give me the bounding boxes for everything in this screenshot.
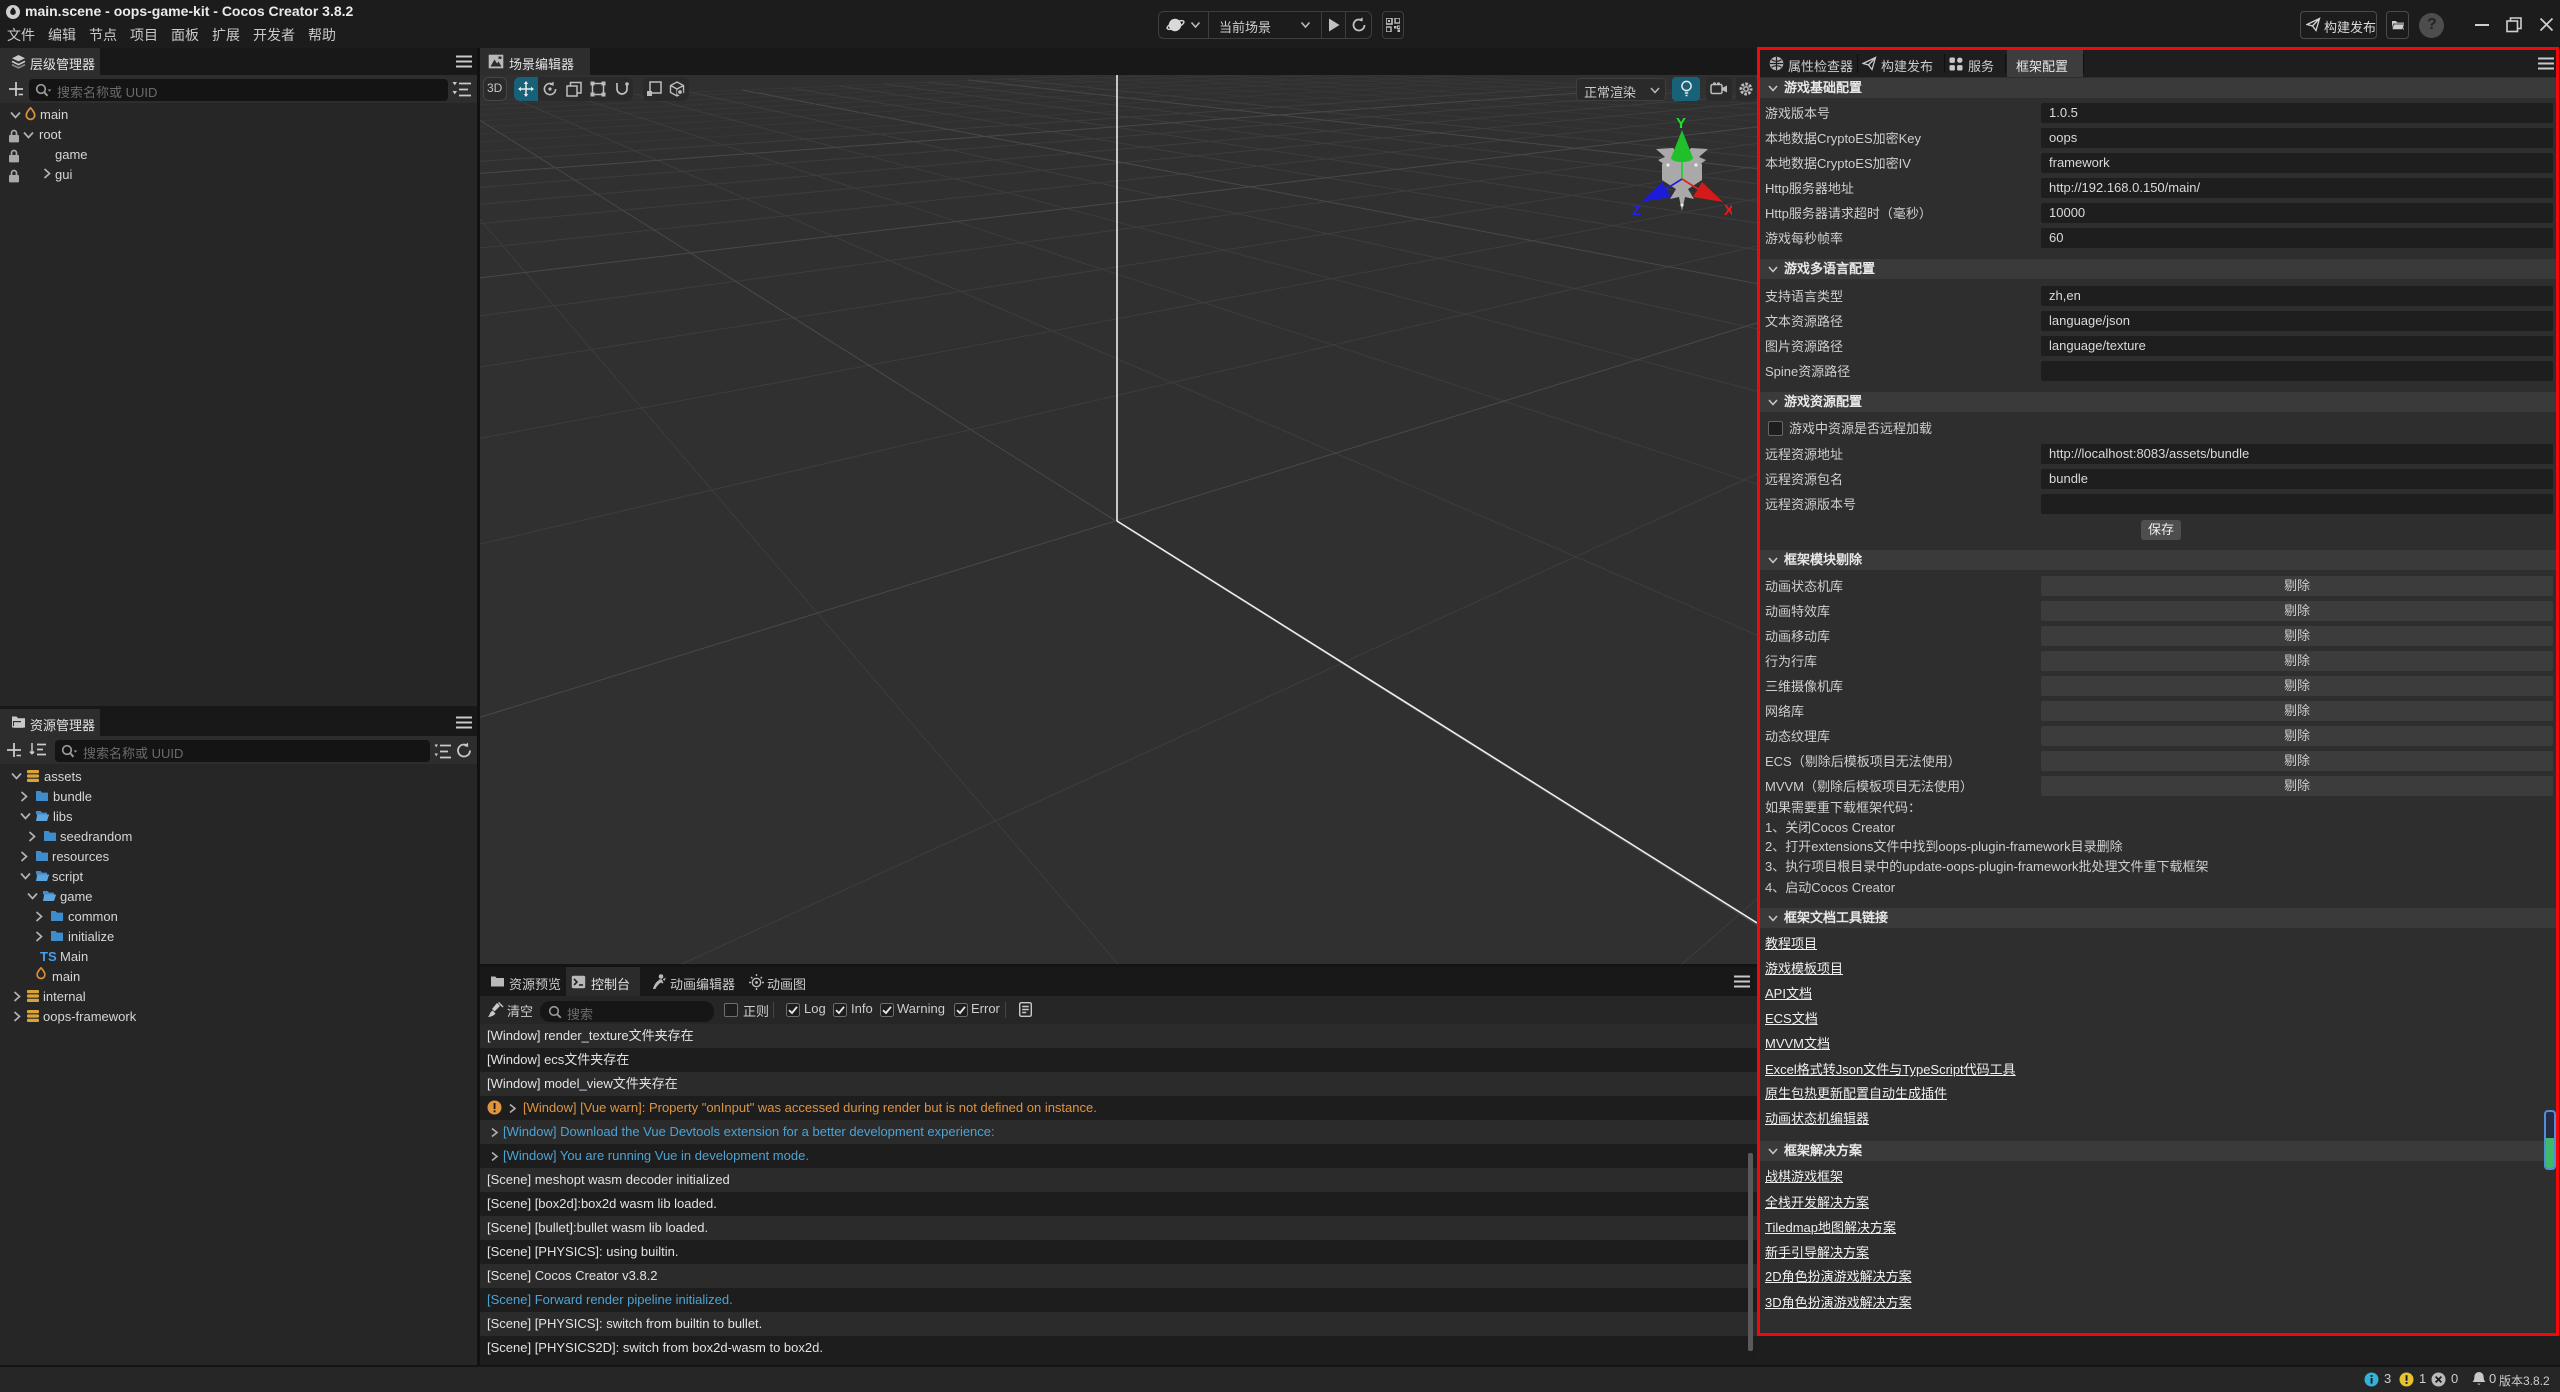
svg-text:Y: Y (1676, 115, 1686, 132)
svg-text:Z: Z (1632, 202, 1641, 219)
svg-text:X: X (1724, 202, 1732, 219)
